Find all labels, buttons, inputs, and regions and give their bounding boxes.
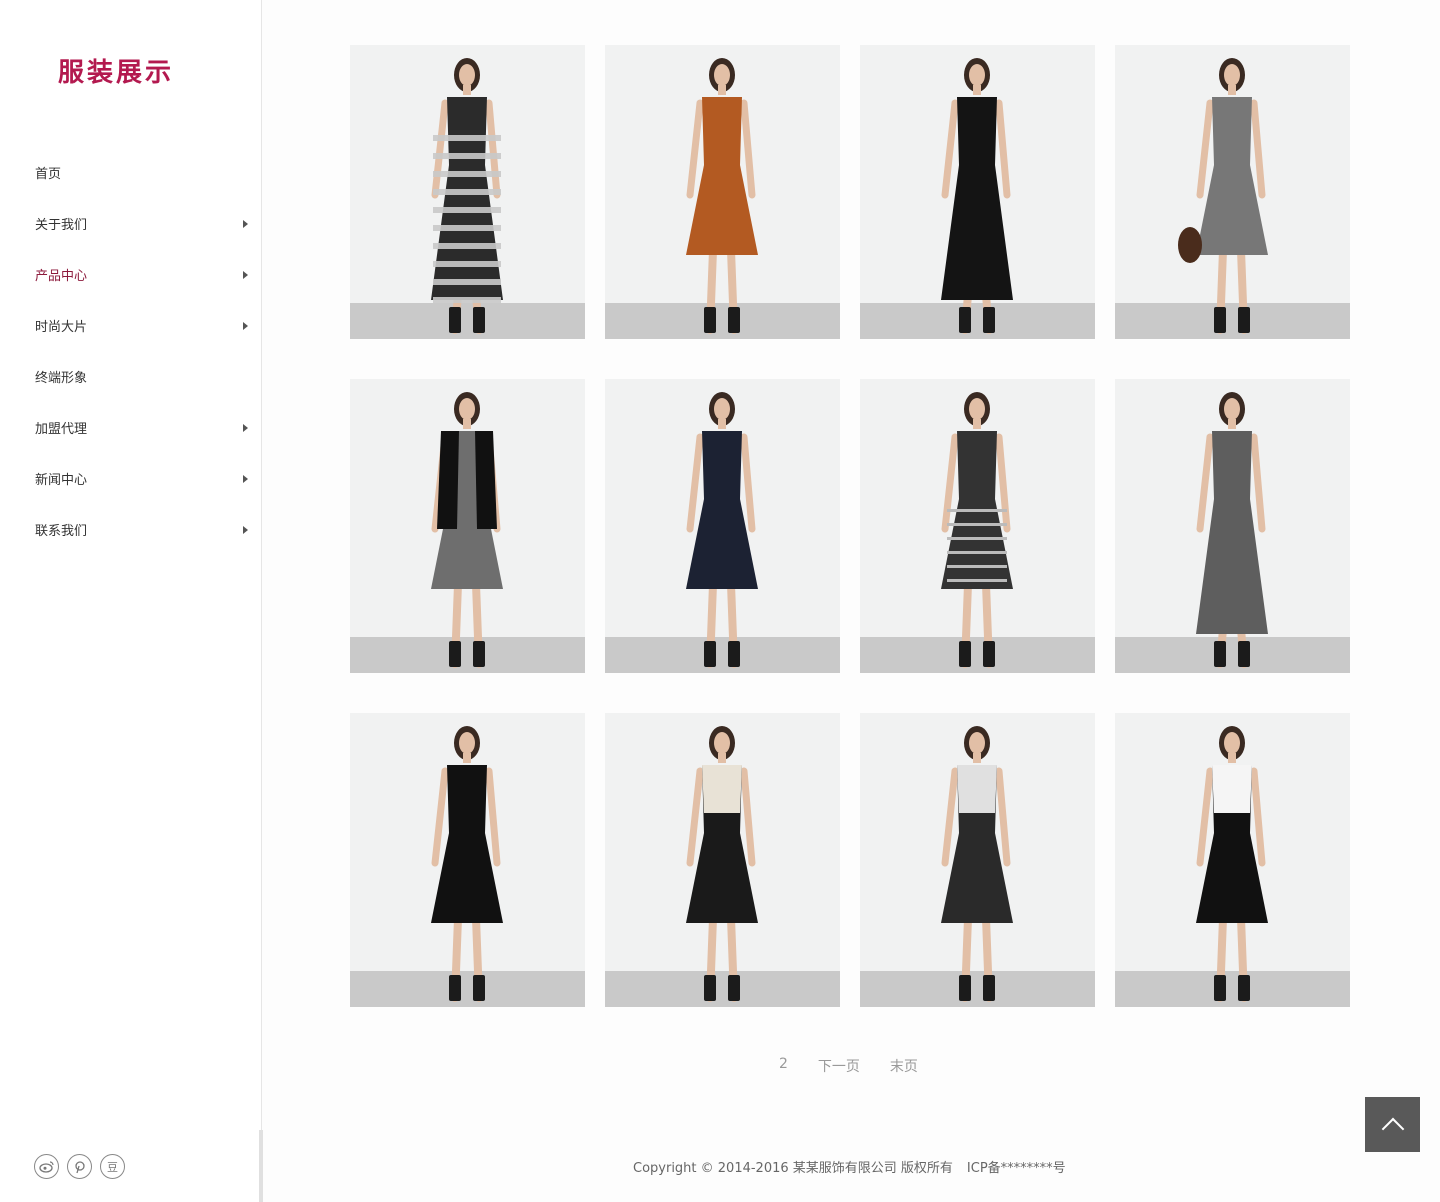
product-card[interactable] — [350, 45, 585, 339]
product-photo — [1196, 726, 1268, 1002]
nav-item-stores[interactable]: 终端形象 — [0, 351, 262, 402]
product-photo — [1178, 58, 1268, 334]
caret-right-icon — [243, 270, 248, 279]
product-photo — [431, 392, 503, 668]
product-card[interactable] — [605, 713, 840, 1007]
nav-item-fashion[interactable]: 时尚大片 — [0, 300, 262, 351]
weibo-icon[interactable] — [34, 1154, 59, 1179]
back-to-top-button[interactable] — [1365, 1097, 1420, 1152]
caret-right-icon — [243, 525, 248, 534]
nav-item-home[interactable]: 首页 — [0, 147, 262, 198]
caret-right-icon — [243, 474, 248, 483]
footer: Copyright © 2014-2016 某某服饰有限公司 版权所有 ICP备*… — [633, 1157, 1066, 1176]
product-card[interactable] — [350, 713, 585, 1007]
product-card[interactable] — [860, 45, 1095, 339]
pagination: 2 下一页 末页 — [779, 1056, 918, 1076]
douban-icon[interactable]: 豆 — [100, 1154, 125, 1179]
product-grid — [350, 45, 1350, 1007]
nav-item-contact[interactable]: 联系我们 — [0, 504, 262, 555]
caret-right-icon — [243, 423, 248, 432]
product-photo — [686, 726, 758, 1002]
page-last-link[interactable]: 末页 — [890, 1056, 918, 1076]
product-photo — [941, 58, 1013, 334]
nav-item-franchise[interactable]: 加盟代理 — [0, 402, 262, 453]
nav-item-label: 新闻中心 — [35, 473, 88, 488]
social-links: 豆 — [34, 1154, 125, 1179]
nav-item-label: 时尚大片 — [35, 320, 88, 335]
nav-item-label: 联系我们 — [35, 524, 88, 539]
product-card[interactable] — [350, 379, 585, 673]
product-photo — [941, 726, 1013, 1002]
caret-right-icon — [243, 219, 248, 228]
product-card[interactable] — [605, 45, 840, 339]
nav-item-label: 终端形象 — [35, 371, 88, 386]
product-card[interactable] — [605, 379, 840, 673]
copyright-text: Copyright © 2014-2016 某某服饰有限公司 版权所有 — [633, 1161, 953, 1176]
main-nav: 首页 关于我们 产品中心 时尚大片 终端形象 加盟代理 新闻中心 联系我们 — [0, 147, 262, 555]
product-photo — [941, 392, 1013, 668]
pinterest-icon[interactable] — [67, 1154, 92, 1179]
nav-item-products[interactable]: 产品中心 — [0, 249, 262, 300]
nav-item-label: 关于我们 — [35, 218, 88, 233]
page-current[interactable]: 2 — [779, 1056, 788, 1076]
nav-item-label: 产品中心 — [35, 269, 88, 284]
icp-link[interactable]: ICP备********号 — [967, 1161, 1066, 1176]
nav-item-label: 加盟代理 — [35, 422, 88, 437]
sidebar: 服装展示 首页 关于我们 产品中心 时尚大片 终端形象 加盟代理 新闻中心 联系… — [0, 0, 263, 1202]
caret-right-icon — [243, 321, 248, 330]
product-photo — [431, 726, 503, 1002]
nav-item-news[interactable]: 新闻中心 — [0, 453, 262, 504]
product-photo — [1196, 392, 1268, 668]
nav-item-label: 首页 — [35, 167, 62, 182]
product-card[interactable] — [1115, 45, 1350, 339]
nav-item-about[interactable]: 关于我们 — [0, 198, 262, 249]
chevron-up-icon — [1381, 1117, 1404, 1140]
product-photo — [431, 58, 503, 334]
product-photo — [686, 392, 758, 668]
sidebar-scrollbar[interactable] — [259, 1130, 263, 1202]
product-card[interactable] — [860, 379, 1095, 673]
product-card[interactable] — [1115, 713, 1350, 1007]
site-logo[interactable]: 服装展示 — [58, 52, 174, 89]
page-next-link[interactable]: 下一页 — [818, 1056, 860, 1076]
product-card[interactable] — [1115, 379, 1350, 673]
product-card[interactable] — [860, 713, 1095, 1007]
product-photo — [686, 58, 758, 334]
